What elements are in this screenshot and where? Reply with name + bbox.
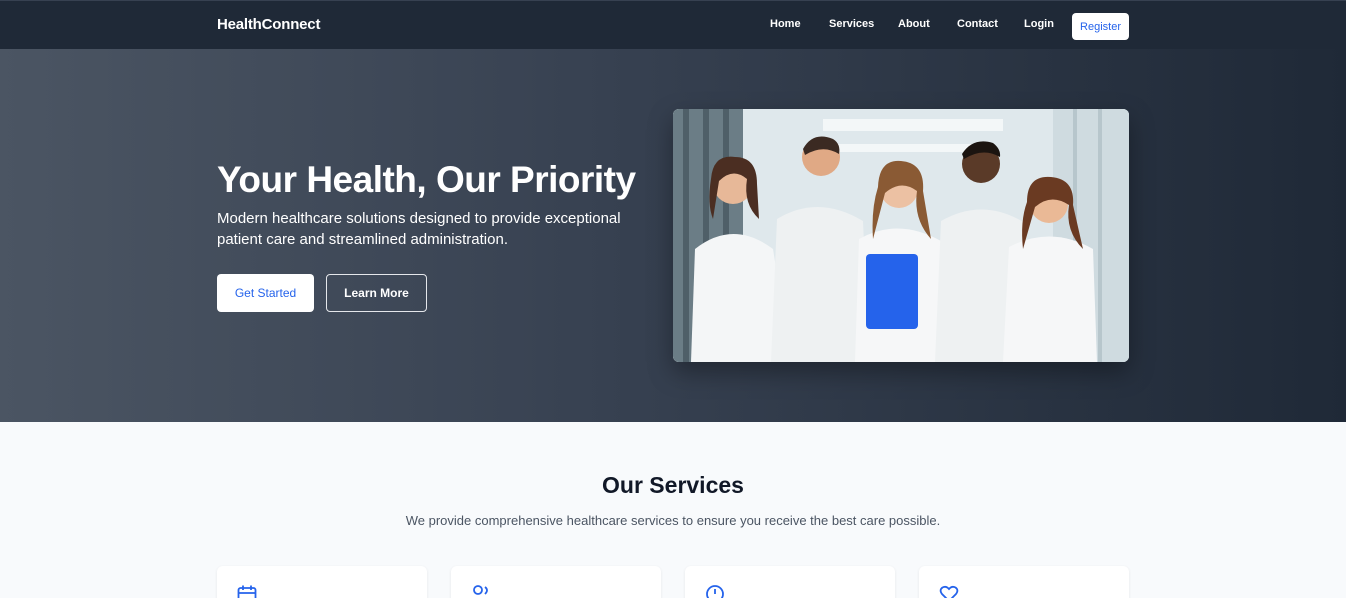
get-started-button[interactable]: Get Started bbox=[217, 274, 314, 312]
service-card[interactable] bbox=[919, 566, 1129, 598]
clock-icon bbox=[706, 585, 724, 598]
users-icon bbox=[473, 585, 488, 595]
hero-title: Your Health, Our Priority bbox=[217, 159, 636, 200]
nav-link-about[interactable]: About bbox=[898, 18, 930, 30]
calendar-icon bbox=[237, 585, 257, 598]
service-card[interactable] bbox=[217, 566, 427, 598]
heart-icon bbox=[939, 585, 959, 598]
learn-more-button[interactable]: Learn More bbox=[326, 274, 427, 312]
services-subtitle: We provide comprehensive healthcare serv… bbox=[405, 513, 941, 528]
nav-link-login[interactable]: Login bbox=[1024, 18, 1054, 30]
services-title: Our Services bbox=[602, 472, 744, 498]
hero-subtitle: Modern healthcare solutions designed to … bbox=[217, 210, 621, 248]
register-button[interactable]: Register bbox=[1072, 13, 1129, 40]
service-card[interactable] bbox=[451, 566, 661, 598]
nav-link-home[interactable]: Home bbox=[770, 18, 801, 30]
services-section: Our Services We provide comprehensive he… bbox=[0, 422, 1346, 598]
top-navbar: HealthConnect Home Services About Contac… bbox=[0, 0, 1346, 49]
hero-image-medical-team bbox=[673, 109, 1129, 362]
nav-link-contact[interactable]: Contact bbox=[957, 18, 998, 30]
brand-logo[interactable]: HealthConnect bbox=[217, 16, 320, 33]
service-card[interactable] bbox=[685, 566, 895, 598]
medical-team-illustration bbox=[673, 109, 1129, 362]
hero-section: Your Health, Our Priority Modern healthc… bbox=[0, 49, 1346, 422]
nav-link-services[interactable]: Services bbox=[829, 18, 874, 30]
